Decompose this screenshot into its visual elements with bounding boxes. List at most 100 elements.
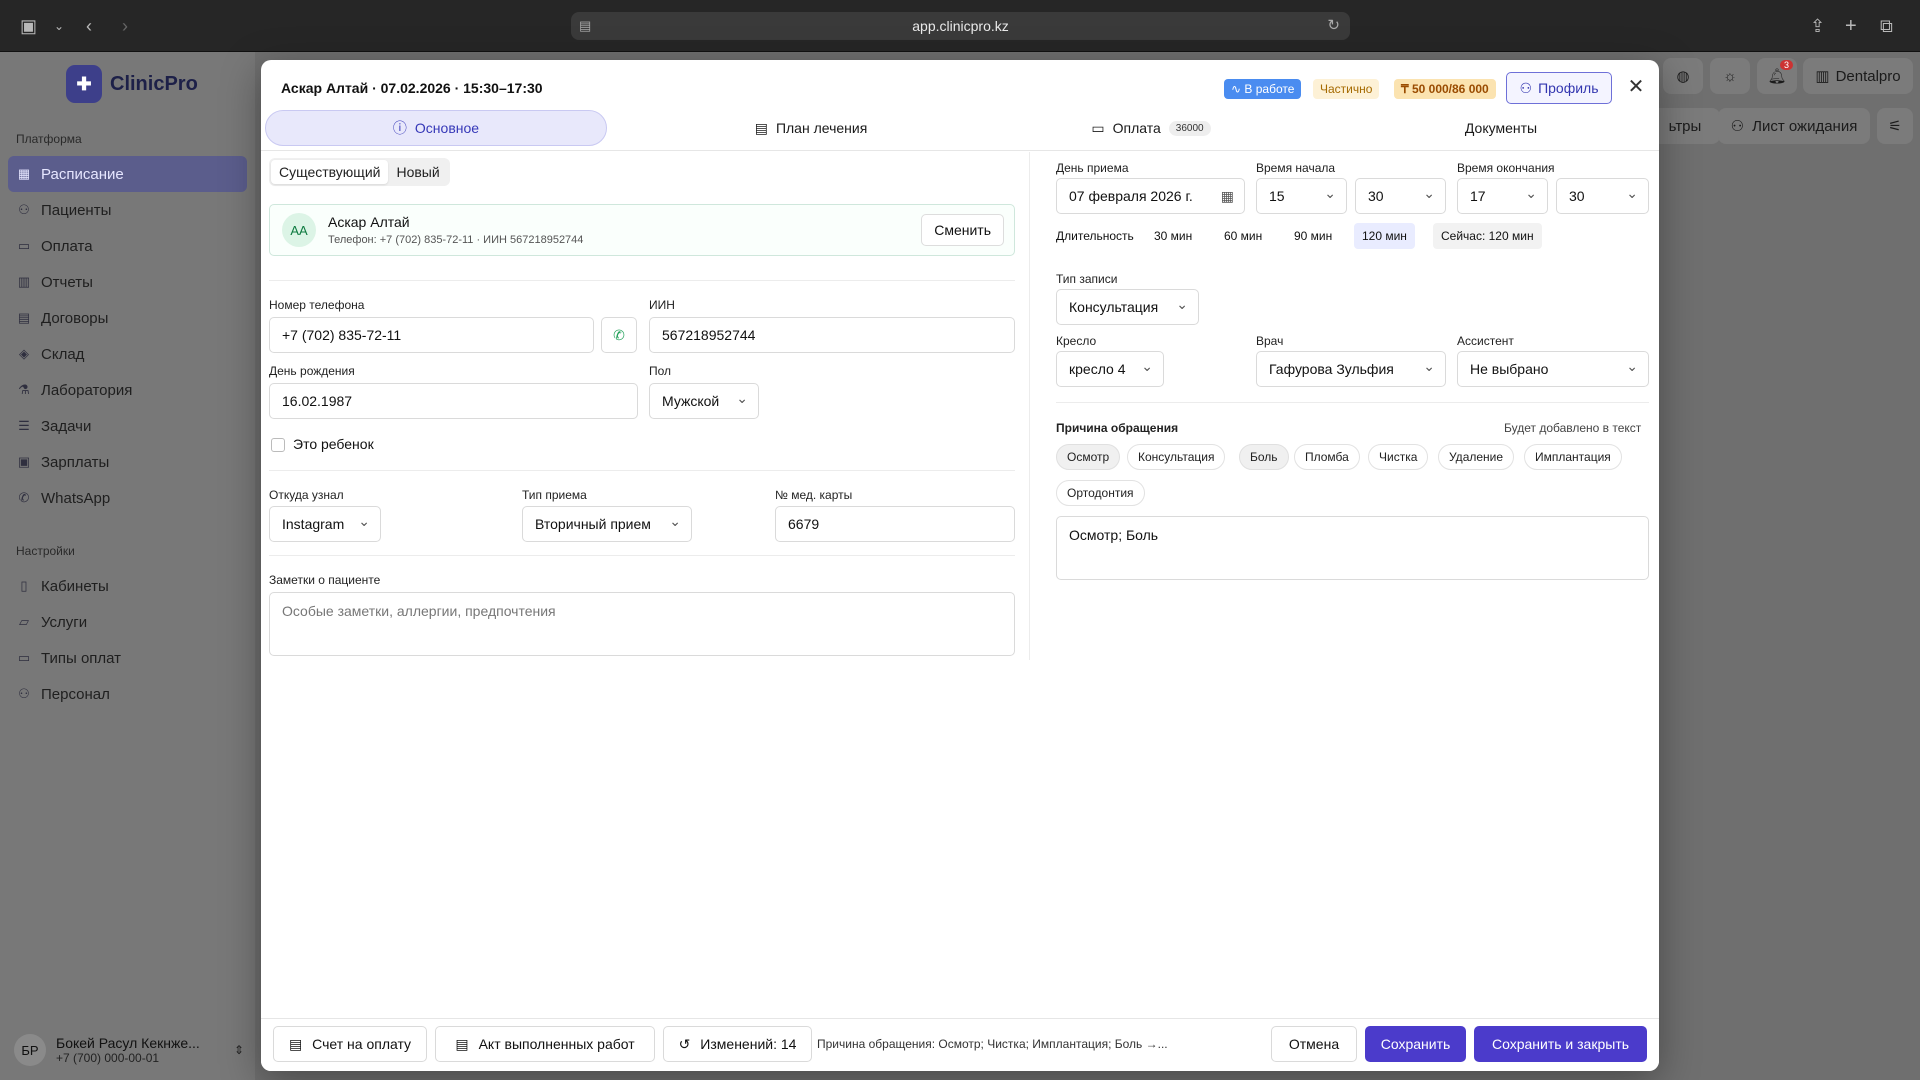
source-select[interactable]: Instagram xyxy=(269,506,381,542)
tab-treatment-plan[interactable]: ▤ План лечения xyxy=(661,110,961,146)
history-button[interactable]: ↺ Изменений: 14 xyxy=(663,1026,812,1062)
sidebar-item-patients[interactable]: ⚇ Пациенты xyxy=(8,192,247,228)
whatsapp-icon: ✆ xyxy=(613,326,625,343)
gender-select[interactable]: Мужской xyxy=(649,383,759,419)
patient-notes-textarea[interactable]: Особые заметки, аллергии, предпочтения xyxy=(269,592,1015,656)
reason-chip-pain[interactable]: Боль xyxy=(1239,444,1289,470)
source-label: Откуда узнал xyxy=(269,488,344,502)
phone-label: Номер телефона xyxy=(269,298,365,312)
tabs-overview-icon[interactable]: ⧉ xyxy=(1880,14,1893,38)
user-phone: +7 (700) 000-00-01 xyxy=(56,1051,160,1065)
reason-chip-orthodontics[interactable]: Ортодонтия xyxy=(1056,480,1145,506)
change-patient-button[interactable]: Сменить xyxy=(921,214,1004,246)
assistant-select[interactable]: Не выбрано xyxy=(1457,351,1649,387)
notifications-button[interactable]: 🔔︎ 3 xyxy=(1757,58,1797,94)
sidebar-item-contracts[interactable]: ▤ Договоры xyxy=(8,300,247,336)
cancel-button[interactable]: Отмена xyxy=(1271,1026,1357,1062)
app-logo[interactable]: ✚ ClinicPro xyxy=(66,62,198,106)
share-icon[interactable]: ⇪ xyxy=(1810,14,1825,38)
history-icon: ↺ xyxy=(678,1035,691,1052)
sidebar-toggle-icon[interactable]: ▣ xyxy=(20,14,37,38)
save-button[interactable]: Сохранить xyxy=(1365,1026,1466,1062)
reason-chip-cleaning[interactable]: Чистка xyxy=(1368,444,1429,470)
reason-chip-exam[interactable]: Осмотр xyxy=(1056,444,1121,470)
back-icon[interactable]: ‹ xyxy=(86,14,92,38)
new-tab-icon[interactable]: + xyxy=(1845,14,1857,38)
new-patient-option[interactable]: Новый xyxy=(388,160,447,184)
sidebar-item-warehouse[interactable]: ◈ Склад xyxy=(8,336,247,372)
duration-120-button[interactable]: 120 мин xyxy=(1354,223,1415,249)
start-hour-select[interactable]: 15 xyxy=(1256,178,1347,214)
sidebar-item-label: Оплата xyxy=(41,237,93,255)
start-time-label: Время начала xyxy=(1256,161,1336,175)
close-icon[interactable]: ✕ xyxy=(1626,74,1646,99)
building-icon: ▥ xyxy=(1815,68,1830,85)
iin-field[interactable]: 567218952744 xyxy=(649,317,1015,353)
card-number-label: № мед. карты xyxy=(775,488,853,502)
existing-patient-option[interactable]: Существующий xyxy=(271,160,389,184)
page-settings-icon[interactable]: ▤ xyxy=(579,12,591,40)
tab-main[interactable]: ⓘ Основное xyxy=(265,110,607,146)
filters-button[interactable]: ьтры xyxy=(1650,108,1720,144)
visit-type-select[interactable]: Вторичный прием xyxy=(522,506,692,542)
phone-field[interactable]: +7 (702) 835-72-11 xyxy=(269,317,594,353)
end-minute-select[interactable]: 30 xyxy=(1556,178,1649,214)
divider xyxy=(269,555,1015,556)
doctor-select[interactable]: Гафурова Зульфия xyxy=(1256,351,1446,387)
forward-icon[interactable]: › xyxy=(122,14,128,38)
profile-button[interactable]: ⚇ Профиль xyxy=(1506,72,1612,104)
reason-textarea[interactable]: Осмотр; Боль xyxy=(1056,516,1649,580)
birthday-field[interactable]: 16.02.1987 xyxy=(269,383,638,419)
sidebar-item-label: Задачи xyxy=(41,417,92,435)
start-minute-select[interactable]: 30 xyxy=(1355,178,1446,214)
list-icon: ☰ xyxy=(18,418,30,433)
sidebar-item-salaries[interactable]: ▣ Зарплаты xyxy=(8,444,247,480)
duration-30-button[interactable]: 30 мин xyxy=(1146,223,1200,249)
waitlist-label: Лист ожидания xyxy=(1752,117,1858,135)
history-button-label: Изменений: 14 xyxy=(700,1036,797,1052)
end-hour-select[interactable]: 17 xyxy=(1457,178,1548,214)
duration-90-button[interactable]: 90 мин xyxy=(1286,223,1340,249)
tab-payment[interactable]: ▭ Оплата 36000 xyxy=(1001,110,1301,146)
staff-icon: ⚇ xyxy=(18,686,30,701)
act-button[interactable]: ▤ Акт выполненных работ xyxy=(435,1026,655,1062)
address-bar[interactable]: ▤ app.clinicpro.kz ↻ xyxy=(571,12,1350,40)
day-picker[interactable]: 07 февраля 2026 г. ▦ xyxy=(1056,178,1245,214)
sidebar-item-whatsapp[interactable]: ✆ WhatsApp xyxy=(8,480,247,516)
user-menu[interactable]: БР Бокей Расул Кекнже... +7 (700) 000-00… xyxy=(14,1028,244,1072)
day-label: День приема xyxy=(1056,161,1129,175)
sidebar-item-reports[interactable]: ▥ Отчеты xyxy=(8,264,247,300)
reason-chip-extraction[interactable]: Удаление xyxy=(1438,444,1515,470)
calendar-icon: ▦ xyxy=(17,166,31,181)
sidebar-item-services[interactable]: ▱ Услуги xyxy=(8,604,247,640)
sidebar-item-rooms[interactable]: ▯ Кабинеты xyxy=(8,568,247,604)
sidebar-item-laboratory[interactable]: ⚗ Лаборатория xyxy=(8,372,247,408)
save-and-close-button[interactable]: Сохранить и закрыть xyxy=(1474,1026,1647,1062)
sidebar-item-tasks[interactable]: ☰ Задачи xyxy=(8,408,247,444)
sidebar-item-payment[interactable]: ▭ Оплата xyxy=(8,228,247,264)
reload-icon[interactable]: ↻ xyxy=(1327,12,1340,40)
is-child-label: Это ребенок xyxy=(293,436,374,452)
chevron-down-icon[interactable]: ⌄ xyxy=(54,14,64,38)
language-button[interactable]: ◍ xyxy=(1663,58,1703,94)
settings-sliders-button[interactable]: ⚟ xyxy=(1877,108,1913,144)
whatsapp-button[interactable]: ✆ xyxy=(601,317,637,353)
sidebar-item-payment-types[interactable]: ▭ Типы оплат xyxy=(8,640,247,676)
reason-chip-implant[interactable]: Имплантация xyxy=(1524,444,1622,470)
is-child-checkbox[interactable] xyxy=(271,438,285,452)
sidebar-item-schedule[interactable]: ▦ Расписание xyxy=(8,156,247,192)
clinic-switcher[interactable]: ▥ Dentalpro xyxy=(1803,58,1913,94)
reason-chip-filling[interactable]: Пломба xyxy=(1294,444,1360,470)
tab-documents[interactable]: Документы xyxy=(1351,110,1651,146)
sidebar-item-staff[interactable]: ⚇ Персонал xyxy=(8,676,247,712)
invoice-button[interactable]: ▤ Счет на оплату xyxy=(273,1026,427,1062)
chair-select[interactable]: кресло 4 xyxy=(1056,351,1164,387)
duration-60-button[interactable]: 60 мин xyxy=(1216,223,1270,249)
card-number-field[interactable]: 6679 xyxy=(775,506,1015,542)
reason-chip-consultation[interactable]: Консультация xyxy=(1127,444,1226,470)
waitlist-button[interactable]: ⚇ Лист ожидания xyxy=(1718,108,1870,144)
logo-text: ClinicPro xyxy=(110,72,198,95)
theme-button[interactable]: ☼ xyxy=(1710,58,1750,94)
door-icon: ▯ xyxy=(20,578,28,593)
record-type-select[interactable]: Консультация xyxy=(1056,289,1199,325)
